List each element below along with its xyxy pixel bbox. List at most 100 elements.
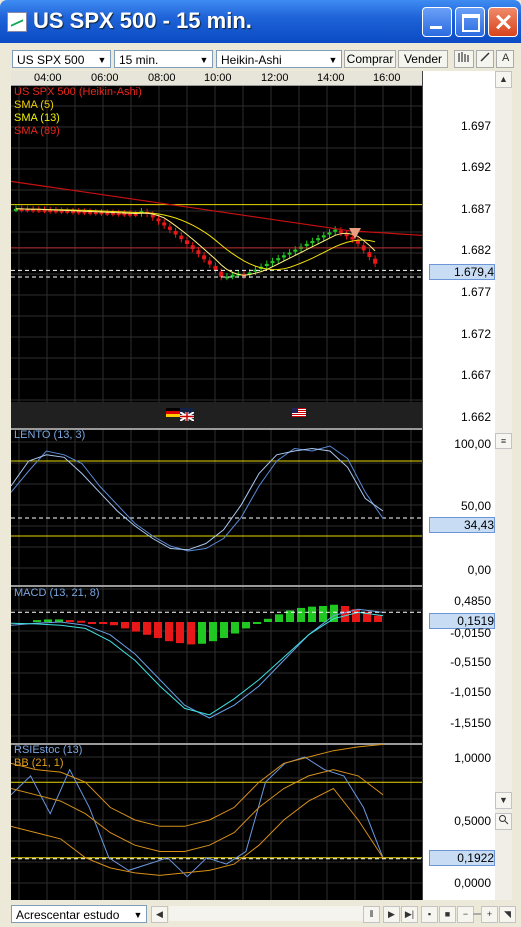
macd-histogram-bar [66, 620, 74, 623]
close-button[interactable] [488, 7, 518, 37]
candle-body [373, 258, 378, 264]
sell-button[interactable]: Vender [398, 50, 448, 68]
chart-type-select[interactable]: Heikin-Ashi ▼ [216, 50, 342, 68]
toolbar: US SPX 500 ▼ 15 min. ▼ Heikin-Ashi ▼ Com… [4, 43, 517, 71]
value-axis-panel: 1.697 1.692 1.687 1.682 1.679,4 1.677 1.… [422, 71, 496, 900]
candle-body [128, 213, 132, 216]
candle-body [167, 226, 172, 230]
interval-select[interactable]: 15 min. ▼ [114, 50, 213, 68]
minimize-button[interactable] [422, 7, 452, 37]
legend-sma13: SMA (13) [14, 112, 60, 124]
buy-button[interactable]: Comprar [344, 50, 396, 68]
macd-histogram-bar [132, 622, 140, 632]
lento-y-label: 0,00 [467, 563, 491, 577]
macd-histogram-bar [231, 622, 239, 634]
macd-histogram-bar [44, 619, 52, 622]
candle-body [338, 230, 343, 233]
candle-body [53, 210, 58, 213]
macd-histogram-bar [319, 606, 327, 622]
macd-y-label: 0,4850 [454, 594, 491, 608]
horizontal-scroll-thumb[interactable]: ⦀ [363, 906, 380, 923]
zoom-slider[interactable] [473, 913, 481, 915]
draw-line-icon[interactable] [476, 50, 494, 68]
app-chart-icon [7, 12, 27, 32]
time-axis: 04:00 06:00 08:00 10:00 12:00 14:00 16:0… [11, 71, 422, 86]
candle-body [327, 232, 332, 235]
candle-body [367, 252, 372, 258]
candle-body [196, 250, 201, 255]
candle-body [93, 212, 98, 215]
scroll-down-icon[interactable]: ▼ [495, 792, 512, 809]
price-y-label: 1.662 [460, 410, 491, 424]
lento-current-value: 34,43 [429, 517, 495, 533]
candle-body [82, 211, 87, 214]
maximize-button[interactable] [455, 7, 485, 37]
de-flag-icon [166, 408, 180, 417]
candle-body [350, 237, 355, 240]
candle-body [190, 245, 195, 249]
macd-histogram-bar [121, 622, 129, 629]
scroll-left-icon[interactable]: ◀ [151, 906, 168, 923]
macd-histogram-bar [143, 622, 151, 635]
scroll-thumb[interactable]: ≡ [495, 433, 512, 449]
chart-svg [10, 84, 423, 900]
macd-histogram-bar [308, 606, 316, 622]
price-legend: US SPX 500 (Heikin-Ashi) SMA (5) SMA (13… [14, 86, 142, 138]
price-current-value: 1.679,4 [429, 264, 495, 280]
candle-body [42, 209, 47, 212]
candle-body [65, 210, 70, 213]
add-study-select[interactable]: Acrescentar estudo ▼ [11, 905, 147, 923]
scroll-up-icon[interactable]: ▲ [495, 71, 512, 88]
price-y-label: 1.667 [460, 368, 491, 382]
candle-body [293, 249, 298, 252]
candle-body [276, 258, 281, 261]
vertical-scrollbar[interactable]: ▲ ≡ ▼ [495, 71, 512, 900]
macd-histogram-bar [99, 622, 107, 624]
chevron-down-icon: ▼ [133, 910, 143, 920]
scroll-right-icon[interactable]: ▶ [383, 906, 400, 923]
candle-body [173, 231, 178, 235]
shrink-bars-icon[interactable]: ▪ [421, 906, 438, 923]
chart-canvas[interactable] [10, 71, 423, 900]
price-y-label: 1.687 [460, 202, 491, 216]
macd-histogram-bar [77, 620, 85, 623]
chart-type-value: Heikin-Ashi [221, 53, 282, 67]
symbol-value: US SPX 500 [17, 53, 85, 67]
macd-legend: MACD (13, 21, 8) [14, 587, 100, 599]
candle-body [162, 222, 167, 226]
symbol-select[interactable]: US SPX 500 ▼ [12, 50, 111, 68]
expand-bars-icon[interactable]: ■ [439, 906, 456, 923]
x-tick: 04:00 [34, 72, 62, 84]
candle-body [36, 209, 41, 212]
scroll-end-icon[interactable]: ▶| [401, 906, 418, 923]
x-tick: 06:00 [91, 72, 119, 84]
x-tick: 16:00 [373, 72, 401, 84]
resize-grip-icon[interactable]: ◥ [499, 906, 516, 923]
text-tool-icon[interactable]: A [496, 50, 514, 68]
macd-histogram-bar [154, 622, 162, 638]
zoom-in-icon[interactable]: + [481, 906, 498, 923]
rsi-legend: RSIEstoc (13) BB (21, 1) [14, 744, 82, 770]
macd-histogram-bar [253, 622, 261, 624]
candle-body [76, 211, 81, 214]
candle-body [356, 240, 360, 244]
candle-body [105, 212, 110, 215]
macd-histogram-bar [176, 622, 184, 644]
legend-sma89: SMA (89) [14, 125, 60, 137]
svg-text:A: A [502, 52, 510, 63]
zoom-icon[interactable] [495, 813, 512, 830]
rsi-y-label: 1,0000 [454, 751, 491, 765]
candle-body [207, 260, 212, 265]
macd-histogram-bar [275, 614, 283, 622]
legend-rsi: RSIEstoc (13) [14, 744, 83, 756]
candle-body [133, 213, 138, 216]
price-y-label: 1.692 [460, 160, 491, 174]
candle-body [48, 210, 53, 213]
lento-y-label: 100,00 [454, 437, 491, 451]
bar-chart-icon[interactable] [454, 50, 474, 68]
macd-y-label: -1,0150 [450, 685, 491, 699]
zoom-out-icon[interactable]: − [457, 906, 474, 923]
horizontal-scroll-track[interactable]: ⦀ [169, 906, 380, 923]
macd-histogram-bar [374, 615, 382, 622]
interval-value: 15 min. [119, 53, 159, 67]
